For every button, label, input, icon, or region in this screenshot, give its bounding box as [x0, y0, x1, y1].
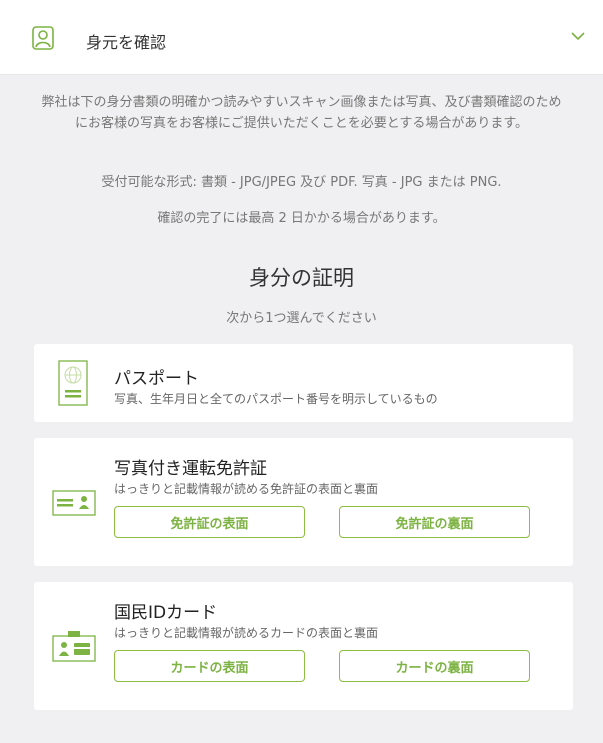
- national-id-title: 国民IDカード: [114, 603, 218, 623]
- passport-title: パスポート: [114, 369, 199, 389]
- national-id-option: 国民IDカード はっきりと記載情報が読めるカードの表面と裏面 カードの表面 カー…: [34, 582, 573, 710]
- passport-description: 写真、生年月日と全てのパスポート番号を明示しているもの: [114, 392, 438, 406]
- license-back-button[interactable]: 免許証の裏面: [339, 506, 530, 538]
- passport-option[interactable]: パスポート 写真、生年月日と全てのパスポート番号を明示しているもの: [34, 344, 573, 422]
- id-card-back-button[interactable]: カードの裏面: [339, 650, 530, 682]
- id-card-icon: [52, 631, 96, 662]
- passport-icon: [58, 360, 88, 406]
- intro-description: 弊社は下の身分書類の明確かつ読みやすいスキャン画像または写真、及び書類確認のため…: [41, 95, 562, 131]
- driver-license-title: 写真付き運転免許証: [114, 459, 267, 479]
- verify-identity-header[interactable]: 身元を確認: [0, 0, 603, 75]
- user-icon: [32, 26, 54, 50]
- section-title: 身分の証明: [249, 266, 354, 290]
- id-card-front-button[interactable]: カードの表面: [114, 650, 305, 682]
- header-title: 身元を確認: [86, 33, 167, 52]
- verification-timing: 確認の完了には最高 2 日かかる場合があります。: [157, 211, 446, 226]
- driver-license-option: 写真付き運転免許証 はっきりと記載情報が読める免許証の表面と裏面 免許証の表面 …: [34, 438, 573, 566]
- national-id-description: はっきりと記載情報が読めるカードの表面と裏面: [114, 626, 379, 640]
- accepted-formats: 受付可能な形式: 書類 - JPG/JPEG 及び PDF. 写真 - JPG …: [101, 175, 502, 190]
- chevron-down-icon[interactable]: [571, 31, 585, 41]
- driver-license-icon: [52, 490, 96, 516]
- section-subtitle: 次から1つ選んでください: [226, 311, 377, 326]
- driver-license-description: はっきりと記載情報が読める免許証の表面と裏面: [114, 482, 379, 496]
- license-front-button[interactable]: 免許証の表面: [114, 506, 305, 538]
